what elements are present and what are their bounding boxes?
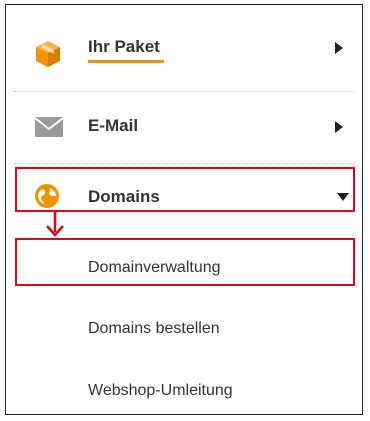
menu-item-label: Ihr Paket xyxy=(88,37,160,56)
pointer-arrow-icon xyxy=(46,212,64,237)
menu-divider xyxy=(14,91,354,92)
chevron-right-icon xyxy=(334,120,344,139)
submenu-item-domains-bestellen[interactable]: Domains bestellen xyxy=(88,320,220,338)
submenu-item-domainverwaltung[interactable]: Domainverwaltung xyxy=(88,259,221,277)
menu-item-label: E-Mail xyxy=(88,116,139,135)
menu-divider xyxy=(14,163,354,164)
menu-item-label: Domains xyxy=(88,187,160,206)
submenu-item-webshop-umleitung[interactable]: Webshop-Umleitung xyxy=(88,382,233,400)
menu-item-email[interactable]: E-Mail xyxy=(6,93,362,165)
chevron-right-icon xyxy=(334,41,344,60)
menu-item-ihr-paket[interactable]: Ihr Paket xyxy=(6,5,362,93)
chevron-down-icon xyxy=(336,189,350,207)
envelope-icon xyxy=(34,116,64,143)
active-underline xyxy=(88,60,164,63)
package-icon xyxy=(34,39,62,74)
